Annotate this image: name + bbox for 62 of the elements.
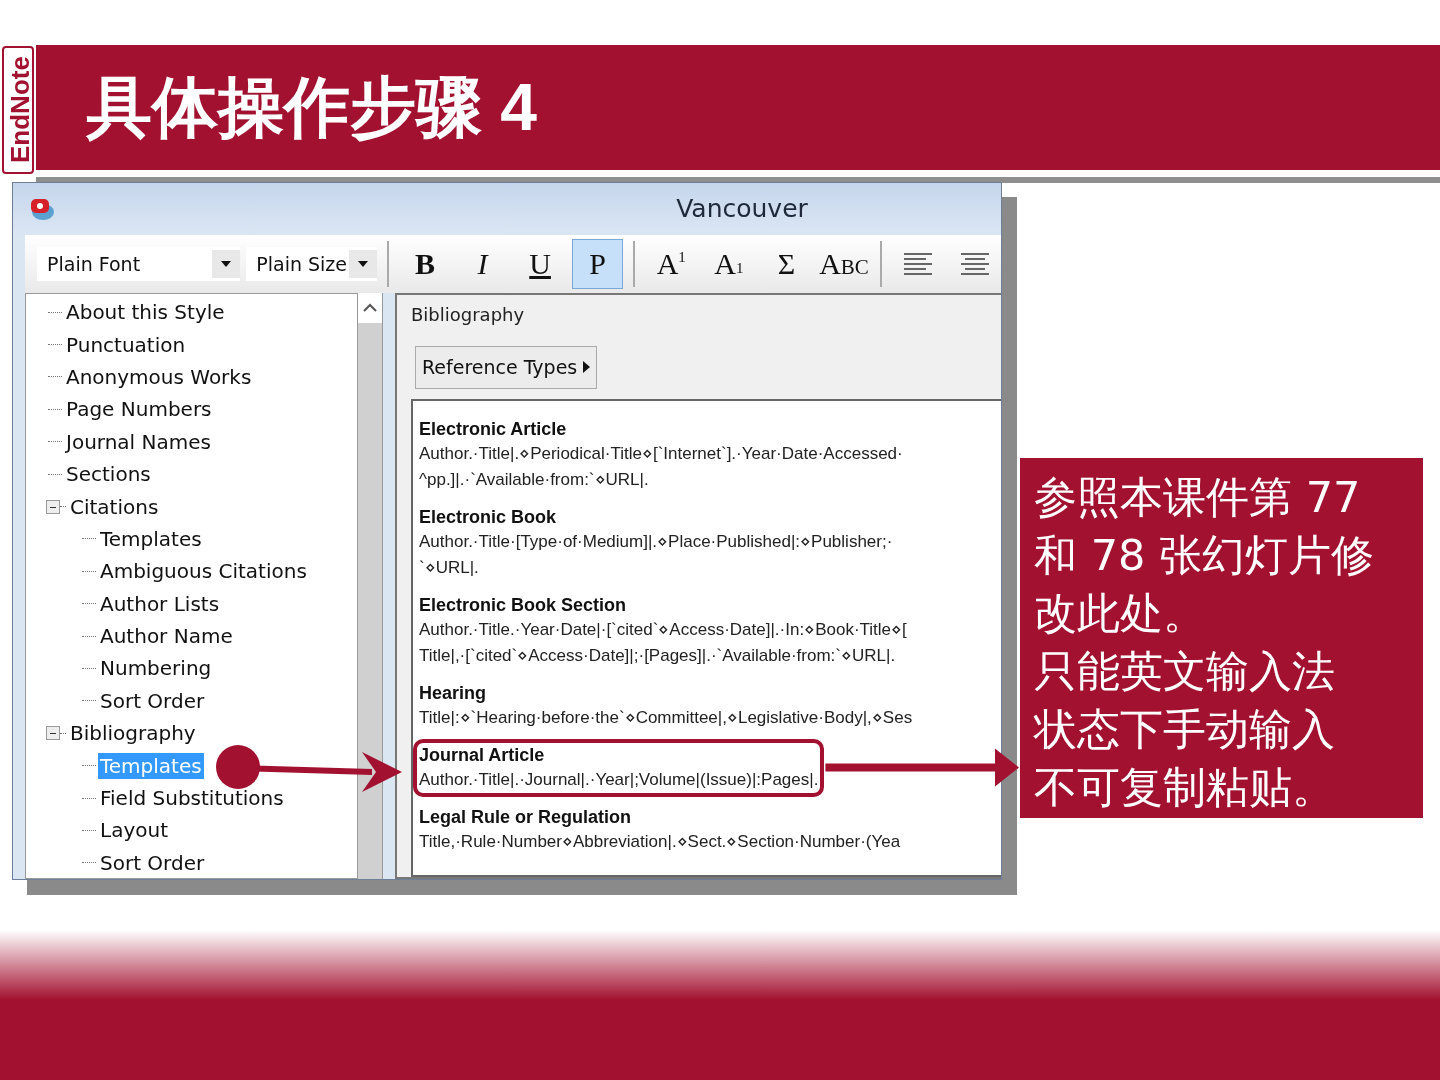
- tree-item[interactable]: Punctuation: [64, 331, 188, 358]
- template-line: Title|:⋄`Hearing·before·the`⋄Committee|,⋄Legislative·Body|,⋄Ses: [419, 706, 913, 729]
- format-button[interactable]: B: [399, 239, 451, 289]
- template-line: Author.·Title|.·Journal|.·Year|;Volume|(Issue)|:Pages|.: [419, 768, 819, 791]
- tree-item[interactable]: Templates: [98, 525, 204, 552]
- reference-type-heading: Journal Article: [419, 743, 545, 767]
- align-left-icon: [903, 253, 932, 275]
- dropdown-caret-icon: [357, 260, 370, 268]
- window-title: Vancouver: [675, 193, 809, 226]
- tree-item[interactable]: Page Numbers: [64, 396, 214, 423]
- tree-item[interactable]: Sort Order: [98, 849, 207, 876]
- callout-text: 参照本课件第 77: [1034, 471, 1362, 524]
- format-button[interactable]: U: [514, 239, 566, 289]
- scrollbar[interactable]: [358, 293, 383, 879]
- collapse-icon[interactable]: [46, 499, 60, 514]
- submenu-arrow-icon: [583, 361, 591, 374]
- template-line: Author.·Title|.⋄Periodical·Title⋄[`Internet`].·Year·Date·Accessed·: [419, 442, 903, 465]
- callout-text: 不可复制粘贴。: [1034, 761, 1336, 814]
- template-line: Author.·Title·[Type·of·Medium]|.⋄Place·Published|:⋄Publisher;·: [419, 530, 893, 553]
- format-button[interactable]: Σ: [760, 239, 813, 289]
- callout-text: 改此处。: [1034, 587, 1207, 640]
- slide-title: 具体操作步骤 4: [86, 68, 538, 146]
- tree-item[interactable]: Anonymous Works: [64, 363, 254, 390]
- format-button[interactable]: A$^{1}$: [645, 239, 697, 289]
- template-line: Title|,·[`cited`⋄Access·Date]|;·[Pages]|.·`Available·from:`⋄URL|.: [419, 644, 896, 667]
- tree-item[interactable]: Layout: [98, 817, 170, 844]
- tree-item[interactable]: Author Name: [98, 623, 235, 650]
- tree-item[interactable]: Numbering: [98, 655, 214, 682]
- tree-item[interactable]: Journal Names: [64, 428, 213, 455]
- reference-type-heading: Hearing: [419, 681, 487, 705]
- callout-text: 只能英文输入法: [1034, 645, 1336, 698]
- scroll-up-icon[interactable]: [363, 303, 377, 313]
- callout-text: 状态下手动输入: [1034, 703, 1336, 756]
- align-center-icon: [961, 253, 990, 275]
- template-line: Author.·Title.·Year·Date|·[`cited`⋄Access·Date]|.·In:⋄Book·Title⋄[: [419, 618, 907, 641]
- tree-item[interactable]: Field Substitutions: [98, 785, 286, 812]
- tree-item[interactable]: Author Lists: [98, 590, 222, 617]
- tree-item[interactable]: Citations: [68, 493, 161, 520]
- font-dropdown[interactable]: Plain Font: [37, 247, 241, 281]
- template-line: `⋄URL|.: [419, 556, 479, 579]
- size-dropdown[interactable]: Plain Size: [246, 247, 378, 281]
- collapse-icon[interactable]: [46, 726, 60, 741]
- app-icon: [29, 197, 55, 221]
- reference-type-heading: Electronic Book Section: [419, 593, 627, 617]
- tree-item[interactable]: Sort Order: [98, 687, 207, 714]
- tree-item[interactable]: Ambiguous Citations: [98, 558, 309, 585]
- template-line: ^pp.]|.·`Available·from:`⋄URL|.: [419, 468, 649, 491]
- format-button[interactable]: I: [456, 239, 509, 289]
- callout-text: 和 78 张幻灯片修: [1034, 529, 1376, 582]
- reference-type-heading: Electronic Article: [419, 417, 567, 441]
- group-label: Bibliography: [411, 303, 526, 327]
- tree-item[interactable]: About this Style: [64, 299, 227, 326]
- reference-type-heading: Electronic Book: [419, 505, 557, 529]
- format-button[interactable]: P: [571, 239, 624, 289]
- reference-types-button[interactable]: Reference Types: [415, 346, 598, 389]
- reference-type-heading: Legal Rule or Regulation: [419, 805, 632, 829]
- tree-item[interactable]: Bibliography: [68, 720, 198, 747]
- template-line: Title,·Rule·Number⋄Abbreviation|.⋄Sect.⋄Section·Number·(Yea: [419, 830, 901, 853]
- format-button[interactable]: Abc: [818, 239, 870, 289]
- logo: EndNote: [2, 46, 34, 174]
- dropdown-caret-icon: [220, 260, 233, 268]
- tree-item[interactable]: Sections: [64, 461, 153, 488]
